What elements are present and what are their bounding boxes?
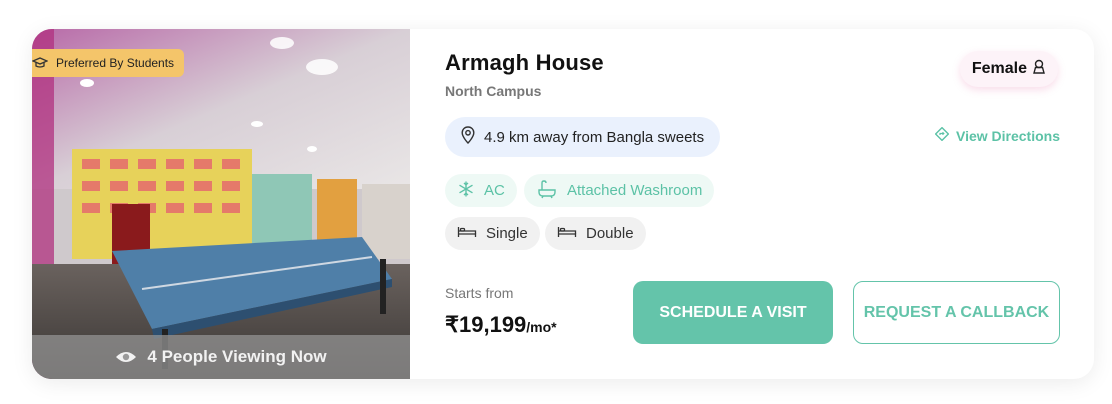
property-location: North Campus (445, 83, 542, 99)
snowflake-icon (457, 180, 475, 202)
eye-icon (115, 350, 137, 364)
amenity-chip-washroom: Attached Washroom (524, 174, 715, 207)
graduation-cap-icon (32, 55, 48, 71)
price-caption: Starts from (445, 285, 514, 301)
distance-pill: 4.9 km away from Bangla sweets (445, 117, 721, 157)
property-photo[interactable]: Preferred By Students 4 People Viewing N… (32, 29, 410, 379)
listing-card[interactable]: Preferred By Students 4 People Viewing N… (32, 29, 1094, 379)
listing-info: Armagh House North Campus Female 4.9 km … (410, 29, 1094, 379)
gender-label: Female (971, 60, 1027, 77)
request-callback-button[interactable]: REQUEST A CALLBACK (853, 281, 1060, 344)
amenity-label: Attached Washroom (567, 182, 703, 199)
preferred-badge: Preferred By Students (32, 49, 185, 77)
room-image (32, 29, 410, 379)
schedule-visit-button[interactable]: SCHEDULE A VISIT (633, 281, 833, 344)
room-type-label: Single (486, 225, 528, 242)
price: ₹19,199/mo* (445, 312, 557, 338)
female-icon (1032, 59, 1046, 80)
price-value: ₹19,199 (445, 312, 527, 337)
gender-badge: Female (959, 51, 1058, 87)
room-type-chip-single: Single (445, 217, 540, 250)
distance-text: 4.9 km away from Bangla sweets (484, 128, 705, 146)
view-directions-label: View Directions (955, 127, 1060, 144)
room-type-chip-double: Double (545, 217, 646, 250)
preferred-badge-label: Preferred By Students (56, 56, 175, 70)
bed-icon (457, 225, 477, 243)
amenity-label: AC (484, 182, 505, 199)
bed-icon (557, 225, 577, 243)
amenity-chip-ac: AC (445, 174, 517, 207)
viewing-banner: 4 People Viewing Now (32, 335, 410, 379)
location-pin-icon (461, 126, 475, 148)
price-unit: /mo* (526, 319, 557, 335)
directions-icon (934, 126, 950, 144)
view-directions-link[interactable]: View Directions (934, 126, 1060, 144)
property-title[interactable]: Armagh House (445, 50, 604, 76)
washroom-icon (536, 179, 558, 203)
viewing-count-text: 4 People Viewing Now (147, 347, 327, 366)
room-type-label: Double (586, 225, 634, 242)
